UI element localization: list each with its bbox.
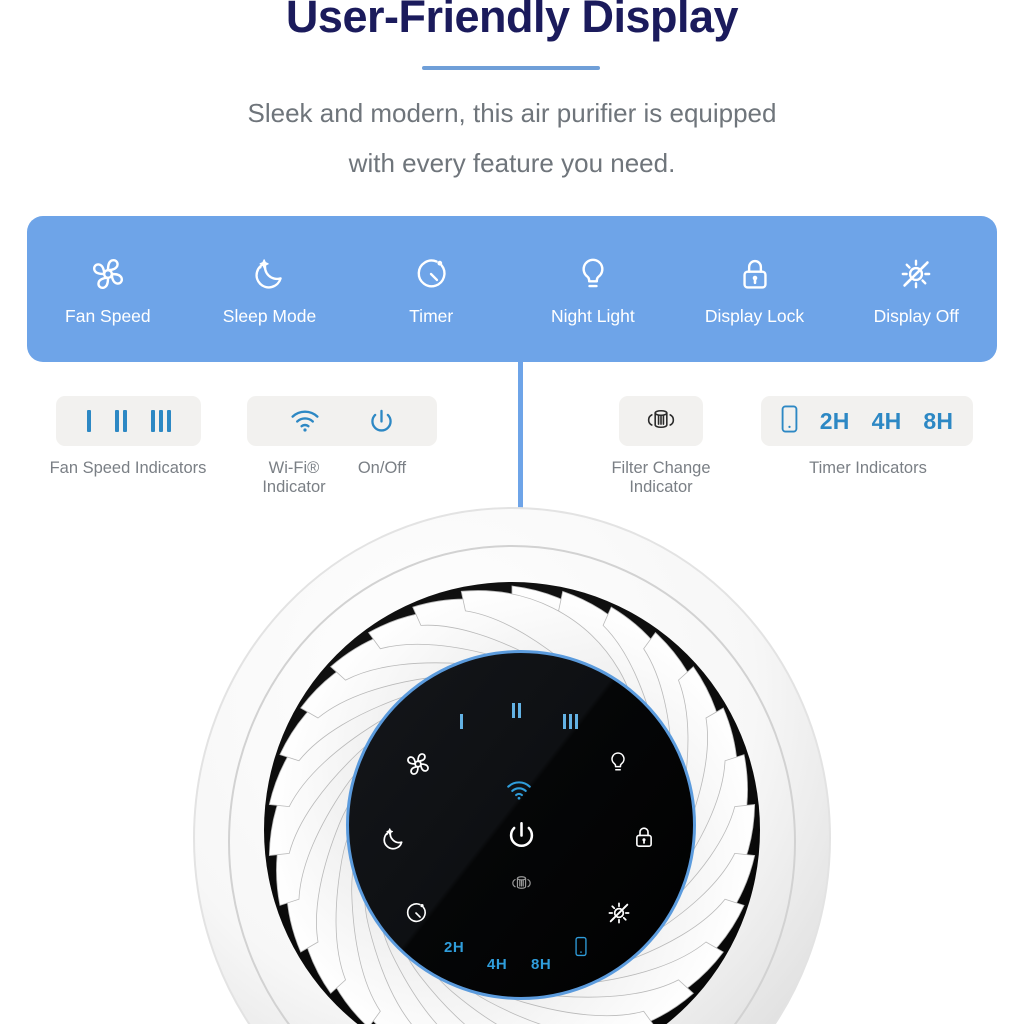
lock-icon	[733, 252, 777, 296]
banner-label: Display Lock	[704, 305, 805, 326]
page-title: User-Friendly Display	[285, 0, 739, 42]
timer-duration-2h: 2H	[819, 407, 850, 434]
filter-status-icon	[511, 872, 532, 893]
banner-label: Sleep Mode	[222, 305, 317, 326]
banner-item-timer[interactable]: Timer	[350, 252, 512, 327]
sleep-mode-button[interactable]	[378, 823, 410, 855]
banner-item-fan-speed[interactable]: Fan Speed	[27, 252, 189, 327]
fan-speed-level-2	[114, 410, 127, 432]
lightbulb-icon	[571, 252, 615, 296]
display-lock-button[interactable]	[629, 822, 659, 852]
power-button[interactable]	[506, 820, 537, 851]
fan-speed-level-3	[150, 410, 171, 432]
timer-button[interactable]	[401, 898, 431, 928]
timer-icon	[409, 252, 453, 296]
timer-duration-4h: 4H	[871, 407, 902, 434]
night-light-button[interactable]	[604, 746, 632, 778]
timer-indicator-chip: 2H 4H 8H	[761, 396, 973, 446]
feature-banner: Fan Speed Sleep Mode Timer Night Light D…	[27, 216, 997, 362]
phone-icon	[781, 405, 798, 438]
subtitle-line-1: Sleek and modern, this air purifier is e…	[247, 98, 777, 128]
panel-speed-mark-2	[512, 703, 521, 718]
page-subtitle: Sleek and modern, this air purifier is e…	[112, 88, 912, 188]
display-off-button[interactable]	[603, 897, 635, 929]
title-divider	[422, 66, 600, 70]
banner-label: Display Off	[873, 305, 959, 326]
fan-speed-button[interactable]	[402, 748, 434, 780]
fan-speed-indicator-chip	[56, 396, 201, 446]
panel-timer-mark-4h: 4H	[487, 956, 508, 973]
banner-item-display-lock[interactable]: Display Lock	[674, 252, 836, 327]
banner-label: Fan Speed	[65, 305, 151, 326]
banner-item-sleep-mode[interactable]: Sleep Mode	[189, 252, 351, 327]
panel-phone-icon	[575, 936, 587, 957]
panel-timer-mark-2h: 2H	[444, 939, 465, 956]
banner-item-display-off[interactable]: Display Off	[835, 252, 997, 327]
panel-speed-mark-3	[563, 714, 578, 729]
moon-stars-icon	[248, 252, 292, 296]
subtitle-line-2: with every feature you need.	[348, 148, 676, 178]
banner-label: Night Light	[551, 305, 635, 326]
fan-speed-level-1	[86, 410, 91, 432]
banner-label: Timer	[409, 305, 454, 326]
fan-speed-bars	[86, 410, 171, 432]
power-icon	[368, 408, 395, 435]
page-root: User-Friendly Display Sleek and modern, …	[0, 0, 1024, 1024]
wifi-power-chip	[247, 396, 437, 446]
display-off-icon	[894, 252, 938, 296]
banner-item-night-light[interactable]: Night Light	[512, 252, 674, 327]
filter-cylinder-icon	[646, 404, 676, 439]
panel-speed-mark-1	[460, 714, 463, 729]
timer-duration-8h: 8H	[923, 407, 954, 434]
control-panel[interactable]: 2H 4H 8H	[346, 650, 696, 1000]
wifi-status-icon	[506, 780, 532, 801]
fan-icon	[86, 252, 130, 296]
panel-timer-mark-8h: 8H	[531, 956, 552, 973]
wifi-icon	[290, 409, 320, 433]
filter-change-chip	[619, 396, 703, 446]
